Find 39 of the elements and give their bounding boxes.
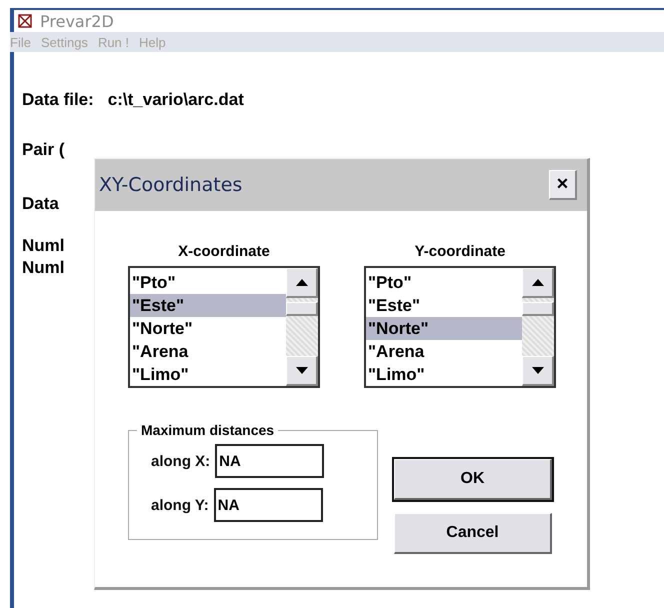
- cancel-button[interactable]: Cancel: [394, 513, 552, 554]
- window-title: Prevar2D: [40, 12, 114, 30]
- group-title: Maximum distances: [140, 422, 276, 438]
- close-button[interactable]: ×: [549, 170, 577, 200]
- list-label: X-coordinate: [178, 243, 270, 260]
- list-box[interactable]: "Pto" "Este" "Norte" "Arena "Limo": [128, 266, 320, 388]
- list-item[interactable]: "Este": [130, 294, 286, 317]
- list-item[interactable]: "Pto": [366, 271, 522, 294]
- list-item[interactable]: "Este": [366, 294, 522, 317]
- down-arrow-icon[interactable]: [532, 367, 544, 374]
- info-label: Numl: [22, 236, 64, 256]
- down-arrow-icon[interactable]: [296, 367, 308, 374]
- list-item[interactable]: "Norte": [130, 317, 286, 340]
- list-item[interactable]: "Norte": [366, 317, 522, 340]
- up-arrow-icon[interactable]: [532, 279, 544, 286]
- scrollbar[interactable]: [286, 268, 318, 386]
- data-file-path: c:\t_vario\arc.dat: [108, 90, 244, 110]
- ok-button[interactable]: OK: [394, 459, 552, 500]
- info-label: Data: [22, 194, 59, 214]
- list-item[interactable]: "Arena: [366, 340, 522, 363]
- list-item[interactable]: "Arena: [130, 340, 286, 363]
- list-item[interactable]: "Limo": [366, 363, 522, 386]
- input-field[interactable]: NA: [214, 488, 323, 522]
- list-item[interactable]: "Pto": [130, 271, 286, 294]
- input-field[interactable]: NA: [215, 444, 324, 478]
- field-label: along X:: [151, 452, 210, 470]
- list-box[interactable]: "Pto" "Este" "Norte" "Arena "Limo": [364, 266, 556, 388]
- app-icon: [18, 14, 32, 28]
- field-label: along Y:: [151, 496, 209, 514]
- info-label: Numl: [22, 258, 64, 278]
- dialog-title: XY-Coordinates: [99, 174, 242, 196]
- scrollbar[interactable]: [522, 268, 554, 386]
- list-label: Y-coordinate: [414, 243, 506, 260]
- list-item[interactable]: "Limo": [130, 363, 286, 386]
- scroll-thumb[interactable]: [286, 302, 318, 316]
- data-file-label: Data file:: [22, 90, 94, 110]
- scroll-thumb[interactable]: [522, 302, 554, 316]
- up-arrow-icon[interactable]: [296, 279, 308, 286]
- info-label: Pair (: [22, 140, 65, 160]
